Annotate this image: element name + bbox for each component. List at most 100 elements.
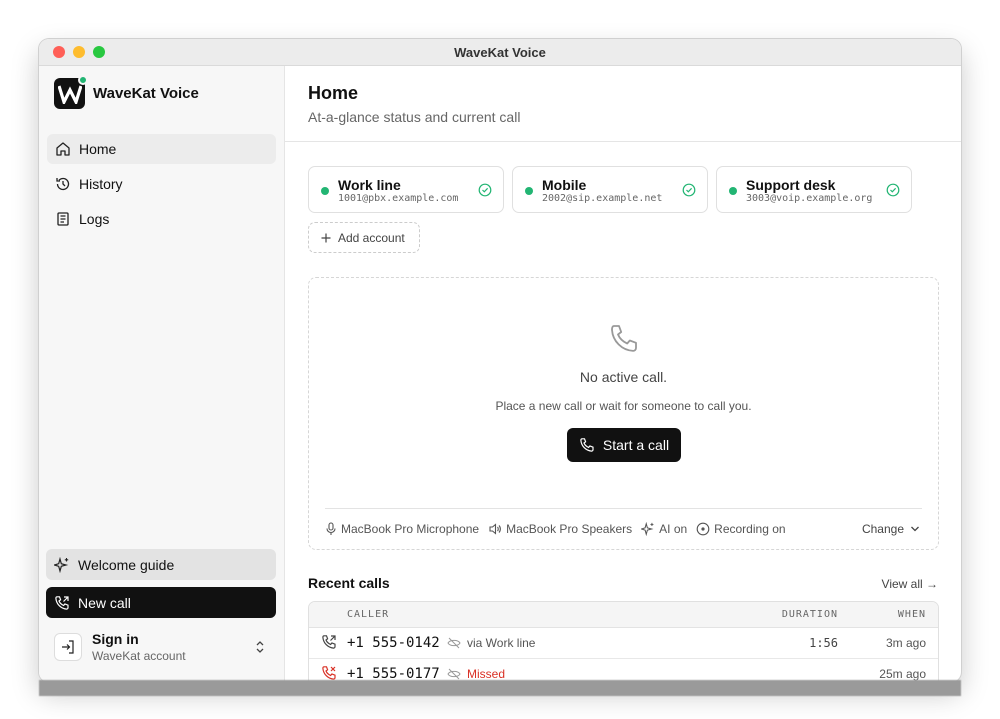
- window-title: WaveKat Voice: [454, 44, 546, 60]
- window-shadow: [39, 680, 961, 696]
- new-call-label: New call: [78, 594, 131, 611]
- column-header-when: WHEN: [897, 609, 926, 620]
- speakers-device: MacBook Pro Speakers: [488, 522, 632, 536]
- sidebar-footer: Welcome guide New call Sign in WaveKat a…: [46, 549, 276, 667]
- phone-icon: [580, 438, 594, 452]
- device-bar: MacBook Pro Microphone MacBook Pro Speak…: [325, 508, 922, 548]
- sidebar-item-label: Logs: [79, 211, 110, 227]
- call-duration: 1:56: [809, 636, 838, 650]
- check-circle-icon: [682, 183, 696, 197]
- account-card-work-line[interactable]: Work line 1001@pbx.example.com: [308, 166, 504, 213]
- microphone-icon: [326, 521, 336, 535]
- change-devices-button[interactable]: Change: [862, 522, 920, 536]
- check-circle-icon: [886, 183, 900, 197]
- status-dot: [321, 187, 329, 195]
- new-call-button[interactable]: New call: [46, 587, 276, 618]
- sign-in-icon: [54, 633, 82, 661]
- account-address: 1001@pbx.example.com: [338, 193, 459, 204]
- online-status-dot: [78, 75, 88, 85]
- logs-icon: [57, 212, 69, 226]
- window-controls: [53, 46, 105, 58]
- call-type-cell: [309, 634, 347, 653]
- caller-number: +1 555-0142: [347, 635, 440, 651]
- call-via-label: via Work line: [467, 636, 536, 650]
- account-name: Mobile: [542, 177, 587, 193]
- plus-icon: [321, 233, 331, 242]
- start-call-label: Start a call: [602, 437, 670, 453]
- microphone-label: MacBook Pro Microphone: [341, 521, 480, 536]
- ai-label: AI on: [659, 521, 688, 536]
- account-name: Support desk: [746, 177, 836, 193]
- phone-outgoing-icon: [322, 634, 336, 649]
- status-dot: [525, 187, 533, 195]
- account-name: Work line: [338, 177, 401, 193]
- speakers-label: MacBook Pro Speakers: [506, 521, 633, 536]
- speaker-icon: [489, 522, 501, 535]
- sparkles-icon: [54, 556, 69, 573]
- account-address: 3003@voip.example.org: [746, 193, 873, 204]
- add-account-label: Add account: [338, 230, 405, 245]
- change-label: Change: [861, 521, 904, 536]
- phone-missed-icon: [322, 665, 336, 680]
- view-all-link[interactable]: View all →: [882, 577, 938, 591]
- minimize-window-button[interactable]: [73, 46, 85, 58]
- title-bar: WaveKat Voice: [39, 39, 961, 66]
- page-subtitle: At-a-glance status and current call: [308, 109, 521, 125]
- app-logo: [54, 75, 88, 109]
- table-header: CALLER DURATION WHEN: [309, 602, 938, 628]
- sparkles-icon: [641, 521, 654, 536]
- brand: WaveKat Voice: [54, 75, 199, 109]
- column-header-caller: CALLER: [347, 609, 390, 620]
- sign-in-title: Sign in: [92, 631, 139, 647]
- table-row[interactable]: +1 555-0177 Missed 25m ago: [309, 659, 938, 682]
- sidebar-item-label: Home: [79, 141, 117, 157]
- sidebar-nav: Home History Logs: [47, 134, 276, 239]
- ai-status: AI on: [641, 521, 688, 536]
- welcome-guide-label: Welcome guide: [78, 556, 175, 573]
- page-title: Home: [308, 83, 359, 103]
- start-call-button[interactable]: Start a call: [567, 428, 681, 462]
- recent-calls-table: CALLER DURATION WHEN +1 555-0142 via Wor…: [308, 601, 939, 682]
- recording-label: Recording on: [714, 521, 786, 536]
- main-content: Home At-a-glance status and current call…: [285, 66, 961, 682]
- sidebar-item-logs[interactable]: Logs: [47, 204, 276, 234]
- check-circle-icon: [478, 183, 492, 197]
- recording-status: Recording on: [696, 521, 786, 536]
- call-via: Missed: [447, 667, 505, 681]
- sidebar-item-home[interactable]: Home: [47, 134, 276, 164]
- account-card-support-desk[interactable]: Support desk 3003@voip.example.org: [716, 166, 912, 213]
- chevron-down-icon: [911, 526, 919, 531]
- sign-in-button[interactable]: Sign in WaveKat account: [46, 627, 276, 667]
- microphone-device: MacBook Pro Microphone: [325, 522, 479, 536]
- chevrons-up-down-icon: [256, 641, 264, 653]
- home-icon: [56, 142, 70, 156]
- recent-calls-title: Recent calls: [308, 575, 390, 591]
- table-row[interactable]: +1 555-0142 via Work line 1:56 3m ago: [309, 628, 938, 659]
- sidebar: WaveKat Voice Home History Logs Welcome …: [39, 66, 285, 682]
- close-window-button[interactable]: [53, 46, 65, 58]
- sidebar-item-history[interactable]: History: [47, 169, 276, 199]
- sign-in-subtitle: WaveKat account: [92, 649, 186, 663]
- accounts-list: Work line 1001@pbx.example.com Mobile 20…: [308, 166, 912, 213]
- zoom-window-button[interactable]: [93, 46, 105, 58]
- sidebar-item-label: History: [79, 176, 123, 192]
- status-dot: [729, 187, 737, 195]
- app-window: WaveKat Voice WaveKat Voice Home History…: [39, 39, 961, 682]
- record-icon: [696, 522, 710, 535]
- recording-off-icon: [447, 668, 461, 680]
- no-active-call-text: No active call.: [579, 369, 668, 385]
- call-hint-text: Place a new call or wait for someone to …: [495, 399, 752, 413]
- column-header-duration: DURATION: [781, 609, 838, 620]
- brand-name: WaveKat Voice: [93, 85, 199, 102]
- welcome-guide-button[interactable]: Welcome guide: [46, 549, 276, 580]
- page-header: Home At-a-glance status and current call: [285, 66, 961, 142]
- call-when: 3m ago: [885, 636, 926, 650]
- phone-icon: [611, 325, 637, 352]
- current-call-panel: No active call. Place a new call or wait…: [308, 277, 939, 550]
- recording-off-icon: [447, 637, 461, 649]
- history-icon: [56, 177, 70, 191]
- call-via: via Work line: [447, 636, 535, 650]
- account-card-mobile[interactable]: Mobile 2002@sip.example.net: [512, 166, 708, 213]
- account-address: 2002@sip.example.net: [542, 193, 663, 204]
- add-account-button[interactable]: Add account: [308, 222, 420, 253]
